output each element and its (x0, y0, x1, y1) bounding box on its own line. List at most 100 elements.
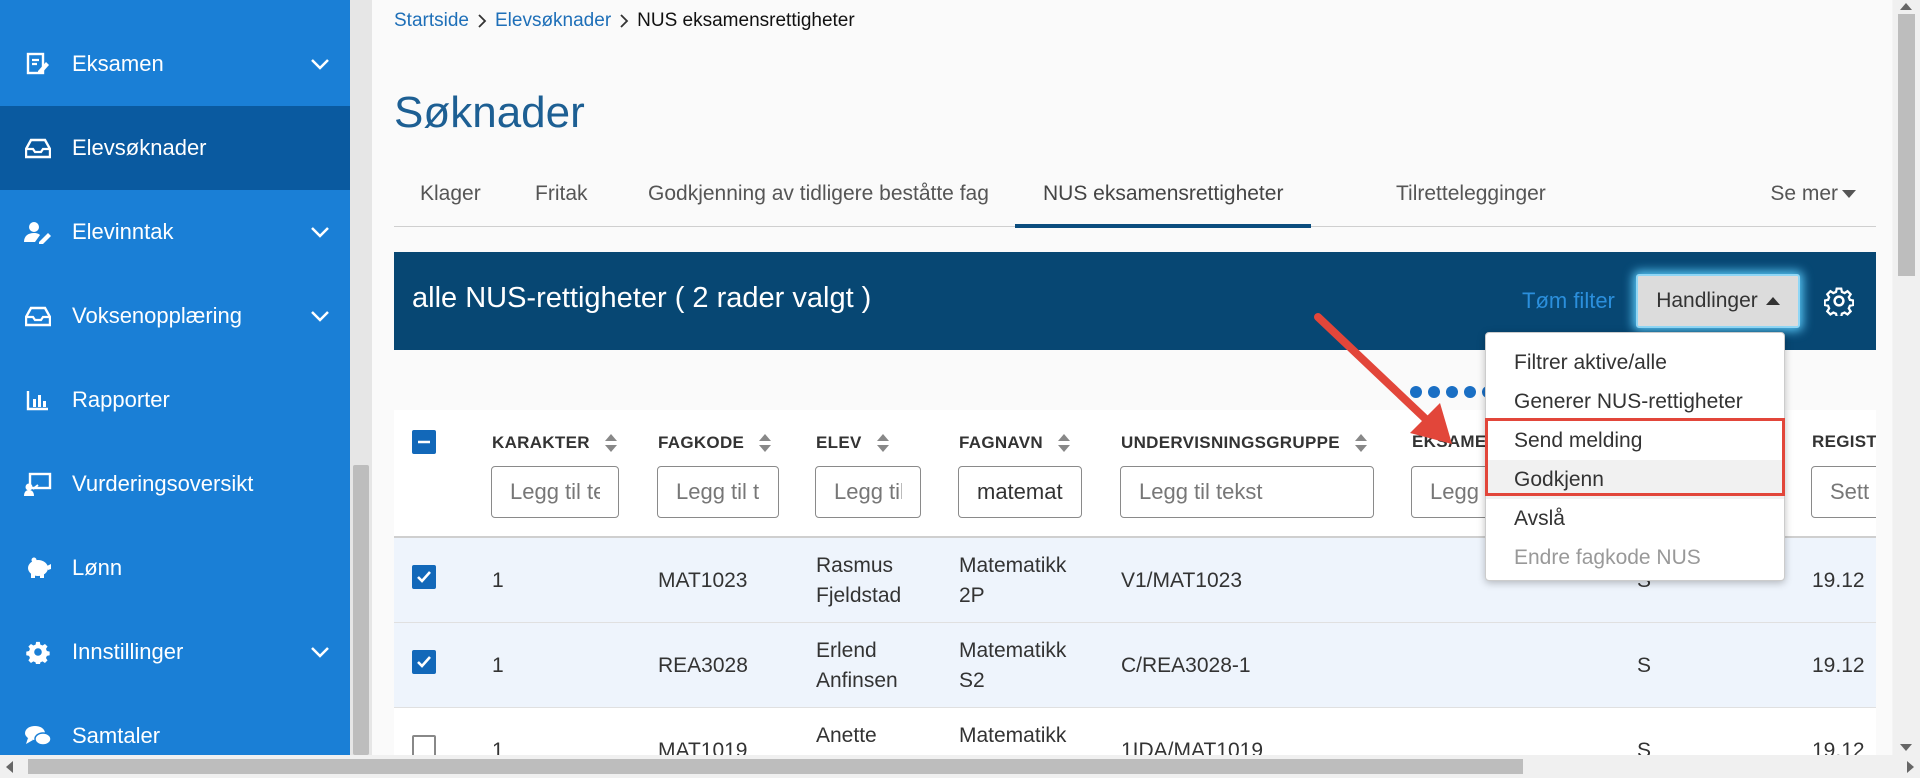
cell-karakter: 1 (492, 739, 504, 755)
column-header-registrert[interactable]: REGISTRERT (1812, 432, 1876, 452)
sidebar-item-rapporter[interactable]: Rapporter (0, 358, 350, 442)
gear-icon[interactable] (1824, 286, 1854, 316)
scroll-down-arrow[interactable] (1900, 744, 1912, 751)
sidebar-item-voksenopplaering[interactable]: Voksenopplæring (0, 274, 350, 358)
scroll-up-arrow[interactable] (1900, 3, 1912, 10)
cell-fagkode: REA3028 (658, 654, 748, 677)
sidebar-item-label: Vurderingsoversikt (72, 471, 254, 496)
inbox-icon (24, 134, 52, 162)
pagination-dot[interactable] (1428, 386, 1440, 398)
sidebar-item-label: Lønn (72, 555, 123, 580)
scrollbar-thumb[interactable] (353, 465, 369, 755)
row-checkbox[interactable] (412, 650, 436, 674)
bar-chart-icon (24, 386, 52, 414)
pagination-dot[interactable] (1464, 386, 1476, 398)
actions-button-label: Handlinger (1656, 289, 1758, 312)
gear-icon (24, 638, 52, 666)
menu-item-godkjenn[interactable]: Godkjenn (1486, 460, 1784, 499)
select-all-checkbox[interactable] (412, 430, 436, 454)
check-icon (417, 656, 431, 668)
sidebar-scrollbar[interactable] (350, 0, 372, 755)
sidebar-item-innstillinger[interactable]: Innstillinger (0, 610, 350, 694)
sidebar-item-elevsoknader[interactable]: Elevsøknader (0, 106, 350, 190)
elev-first: Rasmus (816, 554, 894, 577)
actions-button[interactable]: Handlinger (1636, 274, 1800, 328)
tab-nus-eksamensrettigheter[interactable]: NUS eksamensrettigheter (1014, 160, 1312, 228)
cell-fagkode: MAT1019 (658, 739, 748, 755)
filter-input-elev[interactable] (815, 466, 921, 518)
scroll-left-arrow[interactable] (6, 761, 13, 773)
clear-filter-button[interactable]: Tøm filter (1522, 288, 1615, 314)
breadcrumb-current: NUS eksamensrettigheter (637, 10, 855, 31)
menu-item-send-melding[interactable]: Send melding (1486, 421, 1784, 460)
cell-elev: Erlend Anfinsen (816, 636, 898, 696)
scroll-right-arrow[interactable] (1907, 761, 1914, 773)
filter-input-fagkode[interactable] (657, 466, 779, 518)
fagnavn-line2: S2 (959, 669, 985, 692)
sidebar-item-elevinntak[interactable]: Elevinntak (0, 190, 350, 274)
table-title: alle NUS-rettigheter ( 2 rader valgt ) (412, 282, 872, 314)
column-label: KARAKTER (492, 433, 590, 452)
cell-eksamen: S (1637, 739, 1652, 755)
tab-klager[interactable]: Klager (420, 160, 481, 227)
chevron-down-icon (311, 227, 329, 238)
menu-item-generer[interactable]: Generer NUS-rettigheter (1486, 382, 1784, 421)
cell-undervisningsgruppe: 1IDA/MAT1019 (1121, 739, 1264, 755)
fagnavn-line1: Matematikk (959, 639, 1067, 662)
cell-fagnavn: Matematikk 2P (959, 551, 1066, 611)
scrollbar-thumb[interactable] (28, 759, 1523, 774)
tab-se-mer[interactable]: Se mer (1770, 160, 1856, 227)
chevron-down-icon (311, 311, 329, 322)
row-checkbox[interactable] (412, 565, 436, 589)
breadcrumb-link-startside[interactable]: Startside (394, 10, 469, 32)
column-header-elev[interactable]: ELEV (816, 432, 890, 454)
inbox-icon (24, 302, 52, 330)
sidebar-item-label: Voksenopplæring (72, 303, 243, 328)
cell-fagnavn: Matematikk S2 (959, 636, 1066, 696)
row-checkbox[interactable] (412, 735, 436, 755)
horizontal-scrollbar[interactable] (0, 755, 1920, 778)
sort-icon (759, 434, 772, 452)
column-header-karakter[interactable]: KARAKTER (492, 432, 618, 454)
filter-input-fagnavn[interactable] (958, 466, 1082, 518)
column-header-fagnavn[interactable]: FAGNAVN (959, 432, 1071, 454)
sidebar-item-lonn[interactable]: Lønn (0, 526, 350, 610)
chevron-down-icon (311, 647, 329, 658)
sidebar-item-label: Eksamen (72, 51, 164, 76)
presenter-icon (24, 470, 52, 498)
breadcrumb: Startside Elevsøknader NUS eksamensretti… (394, 10, 855, 32)
tab-godkjenning[interactable]: Godkjenning av tidligere beståtte fag (648, 160, 989, 227)
menu-item-avsla[interactable]: Avslå (1486, 499, 1784, 538)
tab-tilrettelegginger[interactable]: Tilrettelegginger (1396, 160, 1546, 227)
scrollbar-thumb[interactable] (1898, 14, 1915, 276)
filter-input-registrert[interactable] (1811, 466, 1876, 518)
menu-item-filtrer[interactable]: Filtrer aktive/alle (1486, 343, 1784, 382)
pagination-dot[interactable] (1410, 386, 1422, 398)
cell-elev: Anette (816, 721, 877, 751)
table-row[interactable]: 1 MAT1019 Anette Matematikk 1IDA/MAT1019… (394, 708, 1876, 755)
column-label: FAGKODE (658, 433, 745, 452)
table-row[interactable]: 1 REA3028 Erlend Anfinsen Matematikk S2 … (394, 623, 1876, 708)
tab-fritak[interactable]: Fritak (535, 160, 588, 227)
sort-icon (876, 434, 889, 452)
breadcrumb-link-elevsoknader[interactable]: Elevsøknader (495, 10, 611, 32)
column-label: UNDERVISNINGSGRUPPE (1121, 433, 1340, 452)
sidebar-item-eksamen[interactable]: Eksamen (0, 22, 350, 106)
sidebar-item-label: Innstillinger (72, 639, 184, 664)
actions-dropdown-menu: Filtrer aktive/alle Generer NUS-rettighe… (1485, 332, 1785, 581)
sidebar-item-label: Elevsøknader (72, 135, 207, 160)
column-header-undervisningsgruppe[interactable]: UNDERVISNINGSGRUPPE (1121, 432, 1368, 454)
tab-bar: Klager Fritak Godkjenning av tidligere b… (394, 160, 1876, 228)
chevron-down-icon (311, 59, 329, 70)
vertical-scrollbar[interactable] (1893, 0, 1920, 755)
column-header-fagkode[interactable]: FAGKODE (658, 432, 772, 454)
elev-last: Fjeldstad (816, 584, 902, 607)
cell-fagnavn: Matematikk (959, 721, 1066, 751)
cell-eksamen: S (1637, 654, 1652, 677)
filter-input-undervisningsgruppe[interactable] (1120, 466, 1374, 518)
elev-first: Anette (816, 724, 877, 747)
filter-input-karakter[interactable] (491, 466, 619, 518)
sidebar-item-vurderingsoversikt[interactable]: Vurderingsoversikt (0, 442, 350, 526)
fagnavn-line1: Matematikk (959, 724, 1067, 747)
pagination-dot[interactable] (1446, 386, 1458, 398)
